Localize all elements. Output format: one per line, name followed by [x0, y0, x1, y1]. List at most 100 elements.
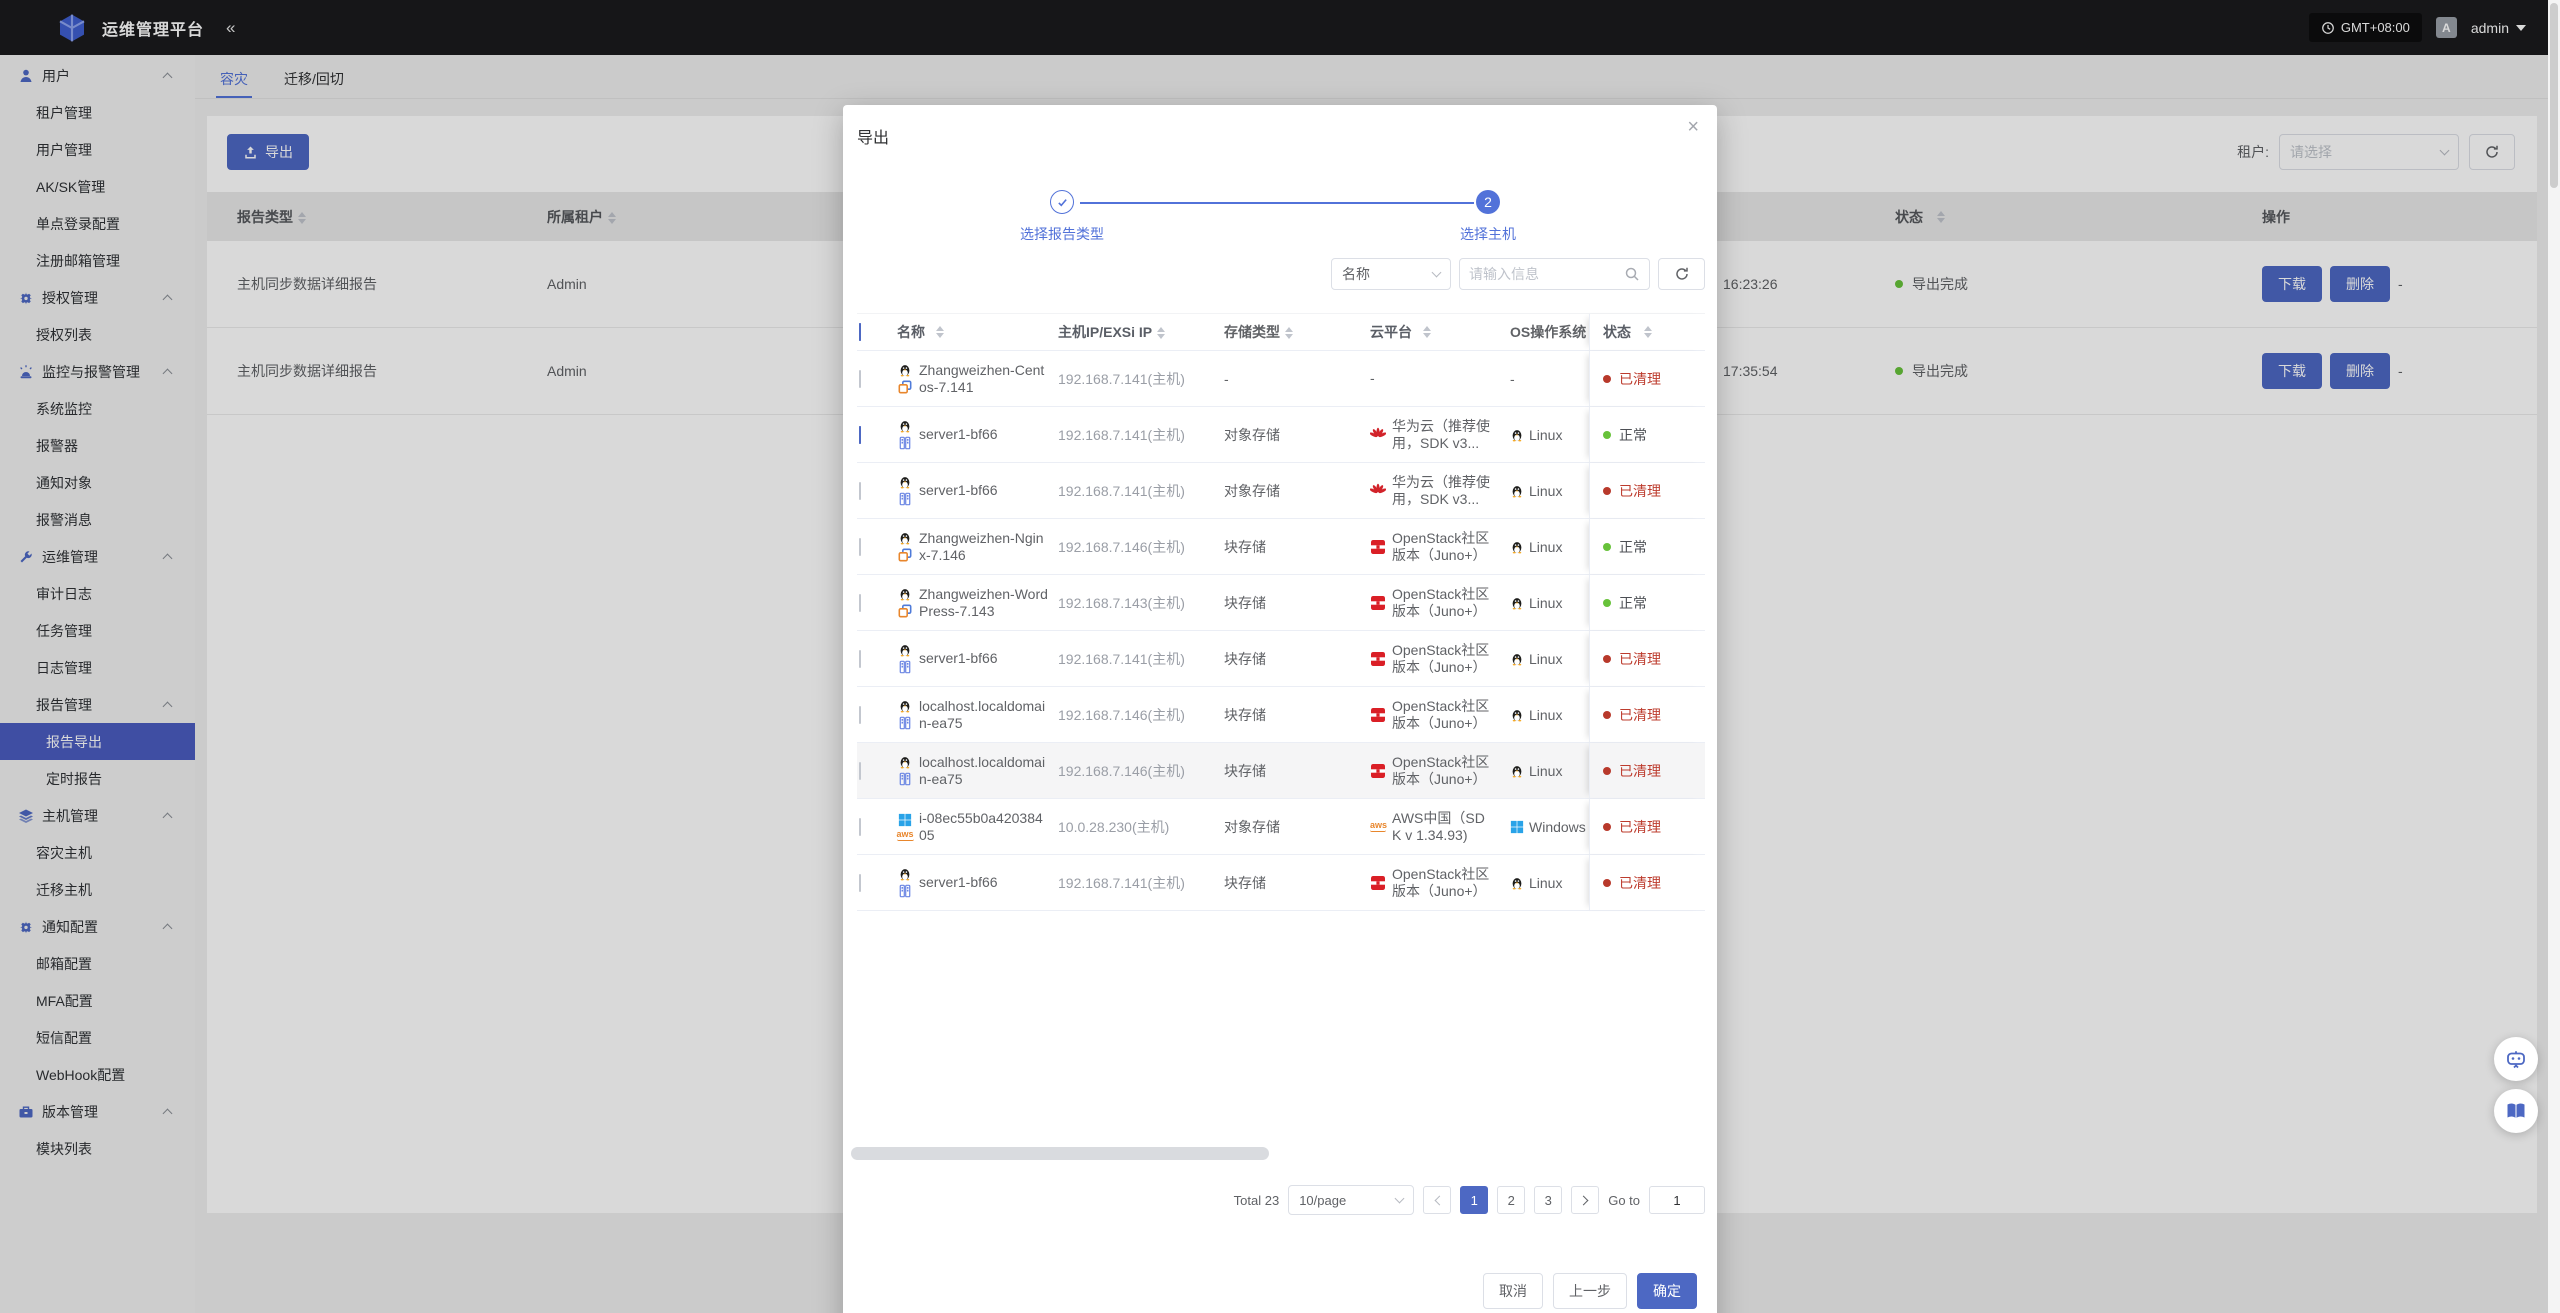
previous-step-button[interactable]: 上一步 — [1553, 1273, 1627, 1309]
linux-icon — [898, 643, 912, 657]
host-name: localhost.localdomain-ea75 — [919, 754, 1050, 788]
col-cloud[interactable]: 云平台 — [1370, 322, 1510, 342]
row-checkbox[interactable] — [859, 706, 861, 724]
status-dot — [1603, 431, 1611, 439]
linux-icon — [1510, 540, 1524, 554]
host-table-header: 名称 主机IP/EXSi IP 存储类型 云平台 OS操作系统 状态 — [857, 313, 1705, 351]
cancel-button[interactable]: 取消 — [1483, 1273, 1543, 1309]
status-text: 已清理 — [1619, 817, 1661, 837]
host-ip: 192.168.7.141(主机) — [1058, 481, 1224, 501]
search-input-wrap — [1459, 258, 1650, 290]
host-row[interactable]: aws i-08ec55b0a42038405 10.0.28.230(主机) … — [857, 799, 1705, 855]
host-ip: 192.168.7.141(主机) — [1058, 369, 1224, 389]
step2-label: 选择主机 — [1403, 224, 1573, 244]
host-row[interactable]: server1-bf66 192.168.7.141(主机) 块存储 OpenS… — [857, 855, 1705, 911]
linux-icon — [1510, 708, 1524, 722]
os-label: Windows — [1529, 819, 1586, 835]
pagination-total: Total 23 — [1234, 1193, 1280, 1208]
search-icon — [1624, 266, 1640, 282]
status-text: 已清理 — [1619, 873, 1661, 893]
linux-icon — [1510, 484, 1524, 498]
pagination: Total 23 10/page 1 2 3 Go to — [1234, 1185, 1705, 1215]
page-button-2[interactable]: 2 — [1497, 1186, 1525, 1214]
host-row[interactable]: localhost.localdomain-ea75 192.168.7.146… — [857, 687, 1705, 743]
search-category-select[interactable]: 名称 — [1331, 258, 1451, 290]
host-row[interactable]: server1-bf66 192.168.7.141(主机) 对象存储 华为云（… — [857, 463, 1705, 519]
col-ip[interactable]: 主机IP/EXSi IP — [1058, 322, 1224, 342]
server-rack-icon — [898, 772, 912, 786]
status-dot — [1603, 487, 1611, 495]
os-label: Linux — [1529, 763, 1562, 779]
linux-icon — [898, 587, 912, 601]
row-checkbox[interactable] — [859, 426, 861, 444]
os-label: Linux — [1529, 651, 1562, 667]
horizontal-scrollbar[interactable] — [851, 1147, 1269, 1160]
robot-icon — [2504, 1047, 2528, 1071]
row-checkbox[interactable] — [859, 762, 861, 780]
step-connector — [1080, 202, 1474, 204]
row-checkbox[interactable] — [859, 818, 861, 836]
os-label: Linux — [1529, 483, 1562, 499]
goto-page-input[interactable] — [1649, 1186, 1705, 1214]
row-checkbox[interactable] — [859, 482, 861, 500]
storage-type: 对象存储 — [1224, 481, 1370, 501]
search-input[interactable] — [1469, 266, 1624, 282]
host-row[interactable]: Zhangweizhen-Centos-7.141 192.168.7.141(… — [857, 351, 1705, 407]
status-text: 已清理 — [1619, 481, 1661, 501]
refresh-button[interactable] — [1658, 258, 1705, 290]
linux-icon — [1510, 652, 1524, 666]
cloud-platform: AWS中国（SDK v 1.34.93) — [1392, 810, 1492, 844]
linux-icon — [898, 755, 912, 769]
prev-page-button[interactable] — [1423, 1186, 1451, 1214]
host-row[interactable]: localhost.localdomain-ea75 192.168.7.146… — [857, 743, 1705, 799]
close-icon[interactable] — [1687, 117, 1699, 137]
book-icon — [2504, 1099, 2528, 1123]
page-scrollbar[interactable] — [2548, 0, 2560, 1313]
host-ip: 192.168.7.146(主机) — [1058, 705, 1224, 725]
page-button-1[interactable]: 1 — [1460, 1186, 1488, 1214]
host-ip: 192.168.7.141(主机) — [1058, 425, 1224, 445]
openstack-icon — [1370, 875, 1386, 891]
host-row[interactable]: Zhangweizhen-WordPress-7.143 192.168.7.1… — [857, 575, 1705, 631]
status-text: 正常 — [1619, 425, 1647, 445]
host-name: i-08ec55b0a42038405 — [919, 810, 1050, 844]
scrollbar-thumb[interactable] — [2550, 3, 2558, 188]
host-row[interactable]: server1-bf66 192.168.7.141(主机) 块存储 OpenS… — [857, 631, 1705, 687]
row-checkbox[interactable] — [859, 650, 861, 668]
host-row[interactable]: server1-bf66 192.168.7.141(主机) 对象存储 华为云（… — [857, 407, 1705, 463]
step1-circle — [1050, 190, 1074, 214]
select-all-checkbox[interactable] — [859, 323, 861, 341]
row-checkbox[interactable] — [859, 874, 861, 892]
col-storage[interactable]: 存储类型 — [1224, 322, 1370, 342]
cloud-platform: OpenStack社区版本（Juno+） — [1392, 642, 1492, 676]
host-table: 名称 主机IP/EXSi IP 存储类型 云平台 OS操作系统 状态 Zhang… — [857, 313, 1705, 911]
row-checkbox[interactable] — [859, 370, 861, 388]
page-size-select[interactable]: 10/page — [1288, 1185, 1414, 1215]
next-page-button[interactable] — [1571, 1186, 1599, 1214]
linux-icon — [898, 699, 912, 713]
col-os[interactable]: OS操作系统 — [1510, 322, 1589, 342]
cloud-platform: OpenStack社区版本（Juno+） — [1392, 530, 1492, 564]
status-dot — [1603, 655, 1611, 663]
page-button-3[interactable]: 3 — [1534, 1186, 1562, 1214]
os-label: Linux — [1529, 875, 1562, 891]
goto-label: Go to — [1608, 1193, 1640, 1208]
confirm-button[interactable]: 确定 — [1637, 1273, 1697, 1309]
status-text: 已清理 — [1619, 705, 1661, 725]
row-checkbox[interactable] — [859, 538, 861, 556]
export-dialog: 导出 2 选择报告类型 选择主机 名称 名称 主机IP/EXSi IP 存储类型… — [843, 105, 1717, 1313]
host-ip: 192.168.7.146(主机) — [1058, 537, 1224, 557]
server-rack-icon — [898, 660, 912, 674]
host-row[interactable]: Zhangweizhen-Nginx-7.146 192.168.7.146(主… — [857, 519, 1705, 575]
chevron-down-icon — [1395, 1194, 1405, 1204]
docs-book-button[interactable] — [2494, 1089, 2538, 1133]
col-status[interactable]: 状态 — [1589, 314, 1705, 350]
row-checkbox[interactable] — [859, 594, 861, 612]
host-name: Zhangweizhen-WordPress-7.143 — [919, 586, 1050, 620]
host-ip: 192.168.7.146(主机) — [1058, 761, 1224, 781]
host-name: Zhangweizhen-Nginx-7.146 — [919, 530, 1050, 564]
cloud-platform: - — [1370, 370, 1375, 387]
assistant-robot-button[interactable] — [2494, 1037, 2538, 1081]
col-name[interactable]: 名称 — [897, 315, 1058, 349]
linux-icon — [898, 867, 912, 881]
